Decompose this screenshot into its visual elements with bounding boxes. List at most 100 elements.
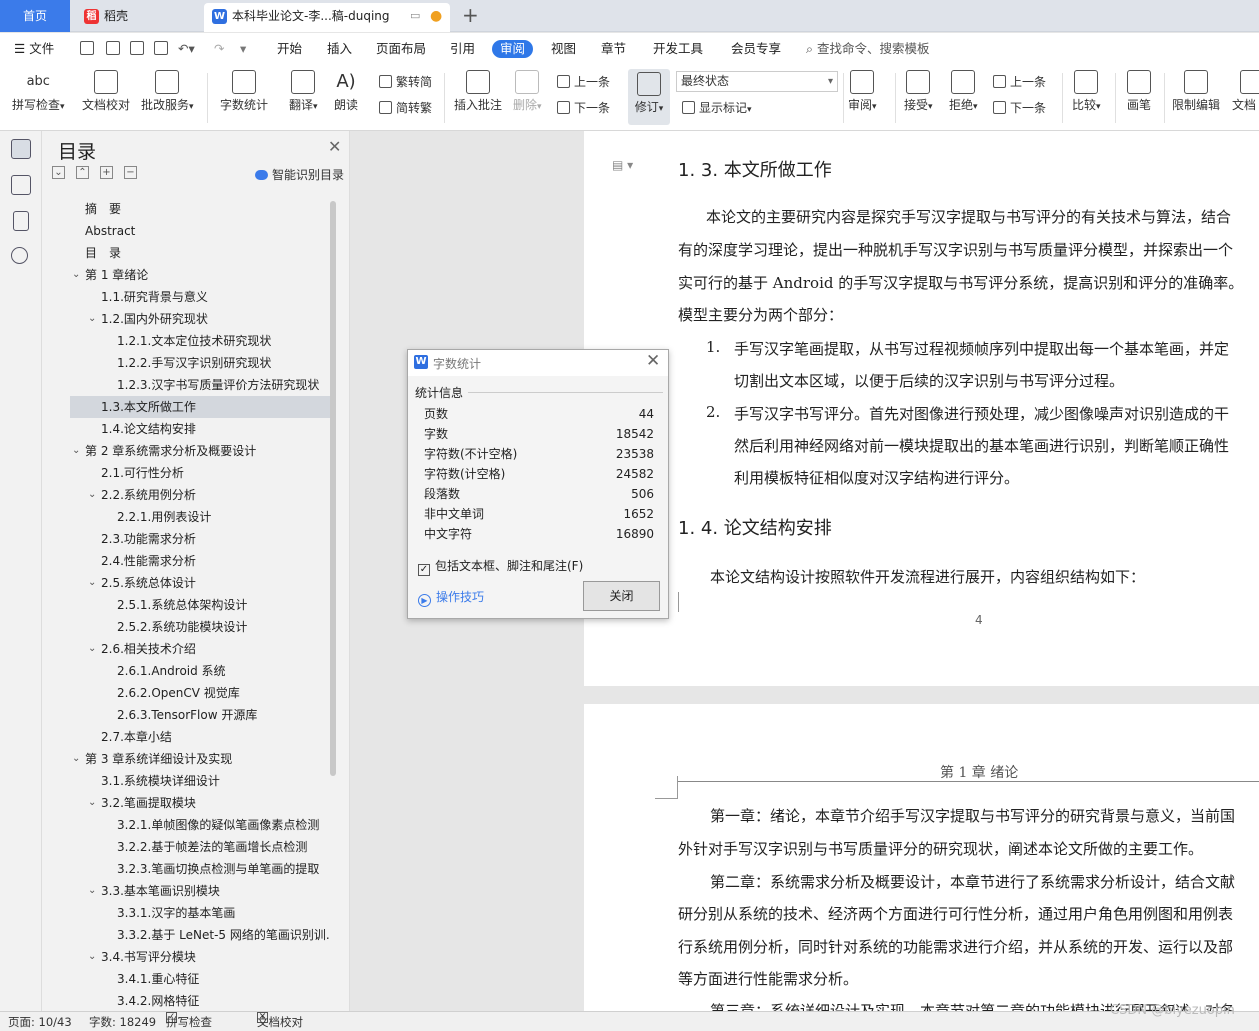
chevron-down-icon[interactable]: ⌄ [88,946,96,968]
chevron-down-icon[interactable]: ⌄ [88,572,96,594]
menu-insert[interactable]: 插入 [327,40,352,58]
toc-item[interactable]: Abstract [70,220,330,242]
toc-item[interactable]: 1.3.本文所做工作 [70,396,330,418]
toc-item[interactable]: ⌄ 2.5.系统总体设计 [70,572,330,594]
chevron-down-icon[interactable]: ⌄ [88,308,96,330]
chevron-down-icon[interactable]: ⌄ [88,880,96,902]
display-state-select[interactable]: 最终状态 [676,71,838,92]
toc-item[interactable]: 2.4.性能需求分析 [70,550,330,572]
insert-comment-button[interactable]: 插入批注 [454,70,502,112]
toc-item[interactable]: 2.3.功能需求分析 [70,528,330,550]
save-icon[interactable] [80,41,94,55]
chapter-nav-icon[interactable] [11,175,31,195]
export-icon[interactable] [106,41,120,55]
smart-toc-button[interactable]: 智能识别目录 [255,166,344,183]
toc-item[interactable]: 1.4.论文结构安排 [70,418,330,440]
prev-comment-button[interactable]: 上一条 [557,74,610,90]
toc-item[interactable]: 2.7.本章小结 [70,726,330,748]
toc-item[interactable]: 1.2.2.手写汉字识别研究现状 [70,352,330,374]
toc-item[interactable]: 2.5.2.系统功能模块设计 [70,616,330,638]
toc-scrollbar[interactable] [330,201,336,776]
show-marks-button[interactable]: 显示标记▾ [682,100,752,118]
toc-item[interactable]: 2.1.可行性分析 [70,462,330,484]
redo-icon[interactable]: ↷ [214,40,224,58]
toc-item[interactable]: 2.6.3.TensorFlow 开源库 [70,704,330,726]
chevron-down-icon[interactable]: ⌄ [88,484,96,506]
collapse-up-icon[interactable]: ⌃ [76,166,89,179]
prev-change-button[interactable]: 上一条 [993,74,1046,90]
toc-item[interactable]: 2.5.1.系统总体架构设计 [70,594,330,616]
toc-item[interactable]: 1.2.1.文本定位技术研究现状 [70,330,330,352]
dialog-titlebar[interactable]: W 字数统计 ✕ [408,350,668,376]
word-count-button[interactable]: 字数统计 [220,70,268,112]
toc-item[interactable]: 2.2.1.用例表设计 [70,506,330,528]
toc-panel-icon[interactable] [11,139,31,159]
toc-item[interactable]: 3.2.2.基于帧差法的笔画增长点检测 [70,836,330,858]
restrict-edit-button[interactable]: 限制编辑 [1172,70,1220,112]
toc-item[interactable]: 摘 要 [70,198,330,220]
new-tab-button[interactable]: + [462,2,479,28]
menu-chapter[interactable]: 章节 [601,40,626,58]
print-preview-icon[interactable] [154,41,168,55]
read-aloud-button[interactable]: A) 朗读 [334,70,358,112]
toc-item[interactable]: 2.6.1.Android 系统 [70,660,330,682]
toc-item[interactable]: 3.4.1.重心特征 [70,968,330,990]
undo-icon[interactable]: ↶▾ [178,40,195,58]
expand-down-icon[interactable]: ⌄ [52,166,65,179]
batch-service-button[interactable]: 批改服务▾ [141,70,194,112]
delete-comment-button[interactable]: 删除▾ [513,70,542,112]
toc-item[interactable]: 3.4.2.网格特征 [70,990,330,1012]
toc-item[interactable]: ⌄ 3.4.书写评分模块 [70,946,330,968]
toc-item[interactable]: ⌄ 第 2 章系统需求分析及概要设计 [70,440,330,462]
tab-daoke[interactable]: 稻 稻壳 [76,3,202,32]
reject-button[interactable]: 拒绝▾ [949,70,978,112]
chevron-down-icon[interactable]: ⌄ [88,638,96,660]
toc-item[interactable]: ⌄ 1.2.国内外研究现状 [70,308,330,330]
spell-check-button[interactable]: abc 拼写检查▾ [12,70,65,112]
compare-button[interactable]: 比较▾ [1072,70,1101,112]
chevron-down-icon[interactable]: ⌄ [72,440,80,462]
doc-proof-button[interactable]: 文档校对 [82,70,130,112]
tips-link[interactable]: ▶ 操作技巧 [418,588,484,607]
print-icon[interactable] [130,41,144,55]
toc-item[interactable]: ⌄ 2.2.系统用例分析 [70,484,330,506]
simp-to-trad-button[interactable]: 简转繁 [379,100,432,116]
toc-item[interactable]: 3.3.1.汉字的基本笔画 [70,902,330,924]
pen-button[interactable]: 画笔 [1127,70,1151,112]
menu-reference[interactable]: 引用 [450,40,475,58]
doc-permission-button[interactable]: 文档 [1232,70,1259,112]
tab-home[interactable]: 首页 [0,0,70,32]
tab-document[interactable]: W 本科毕业论文-李...稿-duqing ▭ ● [204,3,450,32]
toc-item[interactable]: 3.2.1.单帧图像的疑似笔画像素点检测 [70,814,330,836]
review-pane-button[interactable]: 审阅▾ [848,70,877,112]
menu-devtools[interactable]: 开发工具 [653,40,703,58]
paragraph-menu-icon[interactable]: ▤ ▾ [612,158,633,172]
toc-item[interactable]: 1.1.研究背景与意义 [70,286,330,308]
menu-layout[interactable]: 页面布局 [376,40,426,58]
track-changes-button[interactable]: 修订▾ [628,69,670,125]
find-icon[interactable] [11,247,28,264]
next-change-button[interactable]: 下一条 [993,100,1046,116]
next-comment-button[interactable]: 下一条 [557,100,610,116]
bookmark-icon[interactable] [13,211,29,231]
menu-member[interactable]: 会员专享 [731,40,781,58]
toc-item[interactable]: 1.2.3.汉字书写质量评价方法研究现状 [70,374,330,396]
command-search[interactable]: ⌕ 查找命令、搜索模板 [806,40,930,58]
toc-item[interactable]: 目 录 [70,242,330,264]
close-icon[interactable]: ✕ [646,351,660,371]
toc-item[interactable]: 3.3.2.基于 LeNet-5 网络的笔画识别训... [70,924,330,946]
file-menu[interactable]: ☰ 文件 [14,40,54,58]
toc-item[interactable]: ⌄ 3.3.基本笔画识别模块 [70,880,330,902]
close-button[interactable]: 关闭 [583,581,660,611]
menu-review[interactable]: 审阅 [492,40,534,58]
translate-button[interactable]: 翻译▾ [289,70,318,112]
accept-button[interactable]: 接受▾ [904,70,933,112]
page-indicator[interactable]: 页面: 10/43 [8,1012,72,1031]
close-icon[interactable]: ✕ [328,137,341,156]
menu-start[interactable]: 开始 [277,40,302,58]
toc-item[interactable]: ⌄ 第 1 章绪论 [70,264,330,286]
chevron-down-icon[interactable]: ⌄ [88,792,96,814]
restore-icon[interactable]: ▭ [410,3,420,29]
include-textbox-checkbox[interactable]: ✓ 包括文本框、脚注和尾注(F) [418,557,583,576]
trad-to-simp-button[interactable]: 繁转简 [379,74,432,90]
